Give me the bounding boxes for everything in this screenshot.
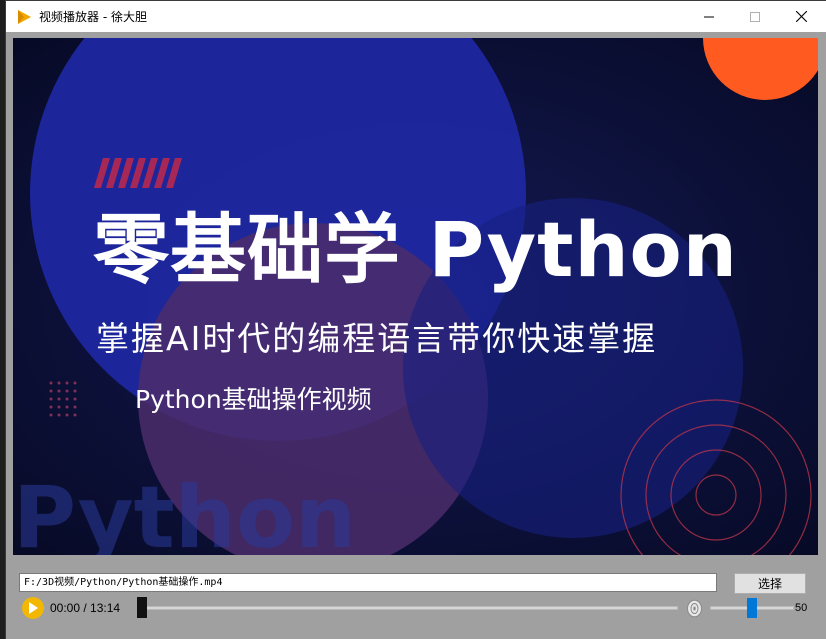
play-icon <box>29 602 38 614</box>
minimize-button[interactable] <box>686 1 732 32</box>
player-window: 视频播放器 - 徐大胆 Python 零基础学 Python 掌握AI时代的编程… <box>5 0 826 639</box>
title-bar: 视频播放器 - 徐大胆 <box>6 1 826 32</box>
volume-value: 50 <box>795 602 808 614</box>
video-headline: 零基础学 Python <box>93 205 738 294</box>
volume-thumb[interactable] <box>747 598 757 618</box>
maximize-button[interactable] <box>732 1 778 32</box>
maximize-icon <box>750 11 760 22</box>
control-panel: F:/3D视频/Python/Python基础操作.mp4 选择 00:00 /… <box>6 562 826 639</box>
seek-slider[interactable] <box>138 606 678 610</box>
minimize-icon <box>704 16 714 17</box>
close-icon <box>795 11 807 22</box>
video-caption: Python基础操作视频 <box>135 385 372 414</box>
file-path-field[interactable]: F:/3D视频/Python/Python基础操作.mp4 <box>19 573 717 592</box>
play-button[interactable] <box>22 597 44 619</box>
time-display: 00:00 / 13:14 <box>50 601 121 615</box>
close-button[interactable] <box>778 1 824 32</box>
play-triangle-icon <box>18 9 31 24</box>
client-area: Python 零基础学 Python 掌握AI时代的编程语言带你快速掌握 Pyt… <box>6 32 826 639</box>
video-subheadline: 掌握AI时代的编程语言带你快速掌握 <box>96 319 658 358</box>
select-file-button[interactable]: 选择 <box>734 573 806 594</box>
video-display[interactable]: Python 零基础学 Python 掌握AI时代的编程语言带你快速掌握 Pyt… <box>13 38 818 555</box>
python-watermark: Python <box>13 468 357 555</box>
window-title: 视频播放器 - 徐大胆 <box>39 10 147 24</box>
seek-thumb[interactable] <box>137 597 147 618</box>
volume-icon[interactable] <box>686 599 703 618</box>
